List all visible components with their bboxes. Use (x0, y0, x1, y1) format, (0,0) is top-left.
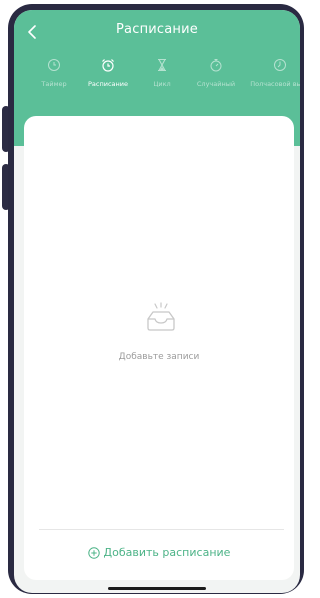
tab-schedule[interactable]: Расписание (78, 58, 138, 88)
tab-label: Цикл (153, 80, 171, 88)
clock-icon (48, 59, 60, 71)
tab-label: Таймер (41, 80, 67, 88)
alarm-clock-icon (102, 59, 114, 72)
divider (39, 529, 284, 530)
tab-label: Случайный (196, 80, 236, 88)
plus-circle-icon (87, 546, 100, 559)
tab-label: Расписание (88, 80, 128, 88)
stopwatch-icon (210, 59, 222, 72)
hourglass-icon (158, 58, 166, 72)
empty-state-text: Добавьте записи (118, 352, 200, 362)
tab-timer[interactable]: Таймер (24, 58, 84, 88)
add-schedule-label: Добавить расписание (103, 546, 231, 559)
empty-inbox-icon (147, 302, 175, 331)
tab-label: Полчасовой выкл (250, 80, 300, 88)
schedule-list-card: Добавьте записи Добавить расписание (24, 116, 294, 580)
page-title: Расписание (116, 22, 198, 37)
tab-random[interactable]: Случайный (186, 58, 246, 88)
tab-half-hour-off[interactable]: Полчасовой выкл (250, 58, 300, 88)
tab-cycle[interactable]: Цикл (132, 58, 192, 88)
app-screen: Расписание Таймер Расписание Цикл Случай… (14, 10, 300, 593)
add-schedule-button[interactable]: Добавить расписание (24, 546, 294, 559)
clock-icon (274, 59, 286, 71)
home-indicator (108, 587, 206, 590)
